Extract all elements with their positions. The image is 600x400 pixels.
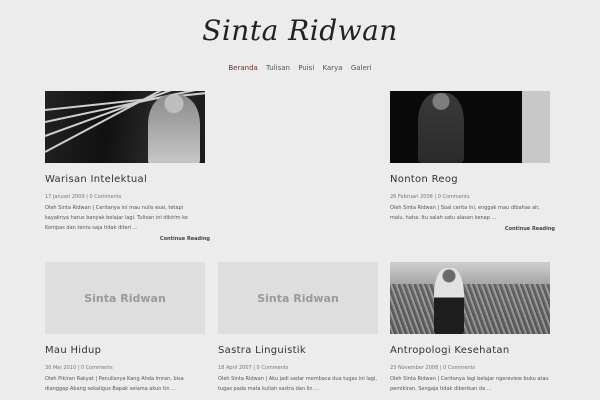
- post-excerpt: Oleh Sinta Ridwan | Soal cerita ini, eng…: [390, 205, 540, 221]
- post-meta: 17 Januari 2009 | 0 Comments: [45, 194, 122, 200]
- post-excerpt: Oleh Pikiran Rakyat | Penulisnya Kang Ah…: [45, 376, 184, 392]
- post-thumbnail-placeholder[interactable]: Sinta Ridwan: [45, 262, 205, 334]
- nav-item-tulisan[interactable]: Tulisan: [266, 64, 290, 72]
- placeholder-text: Sinta Ridwan: [257, 291, 339, 305]
- main-nav: Beranda Tulisan Puisi Karya Galeri: [0, 64, 600, 72]
- post-thumbnail[interactable]: [45, 91, 205, 163]
- placeholder-text: Sinta Ridwan: [84, 291, 166, 305]
- post-card: Sinta Ridwan Sastra Linguistik 18 April …: [218, 262, 383, 394]
- post-title[interactable]: Mau Hidup: [45, 345, 210, 356]
- nav-item-karya[interactable]: Karya: [323, 64, 343, 72]
- post-card: Warisan Intelektual 17 Januari 2009 | 0 …: [45, 91, 210, 242]
- post-meta: 30 Mei 2010 | 0 Comments: [45, 365, 113, 371]
- continue-reading-link[interactable]: Continue Reading: [45, 236, 210, 242]
- nav-item-beranda[interactable]: Beranda: [228, 64, 257, 72]
- nav-item-puisi[interactable]: Puisi: [298, 64, 314, 72]
- post-excerpt: Oleh Sinta Ridwan | Aku jadi sadar memba…: [218, 376, 377, 392]
- site-title[interactable]: Sinta Ridwan: [0, 14, 600, 47]
- post-meta: 23 November 2008 | 0 Comments: [390, 365, 476, 371]
- post-title[interactable]: Sastra Linguistik: [218, 345, 383, 356]
- post-excerpt: Oleh Sinta Ridwan | Ceritanya lagi belaj…: [390, 376, 549, 392]
- continue-reading-link[interactable]: Continue Reading: [390, 226, 555, 232]
- post-thumbnail[interactable]: [390, 262, 550, 334]
- post-card: Sinta Ridwan Mau Hidup 30 Mei 2010 | 0 C…: [45, 262, 210, 394]
- post-meta: 18 April 2007 | 0 Comments: [218, 365, 289, 371]
- post-meta: 26 Februari 2008 | 0 Comments: [390, 194, 470, 200]
- nav-item-galeri[interactable]: Galeri: [351, 64, 372, 72]
- post-card: Nonton Reog 26 Februari 2008 | 0 Comment…: [390, 91, 555, 232]
- post-title[interactable]: Warisan Intelektual: [45, 174, 210, 185]
- post-excerpt: Oleh Sinta Ridwan | Ceritanya ini mau nu…: [45, 205, 188, 231]
- post-title[interactable]: Antropologi Kesehatan: [390, 345, 555, 356]
- post-thumbnail-placeholder[interactable]: Sinta Ridwan: [218, 262, 378, 334]
- post-thumbnail[interactable]: [390, 91, 550, 163]
- post-title[interactable]: Nonton Reog: [390, 174, 555, 185]
- post-card: Antropologi Kesehatan 23 November 2008 |…: [390, 262, 555, 394]
